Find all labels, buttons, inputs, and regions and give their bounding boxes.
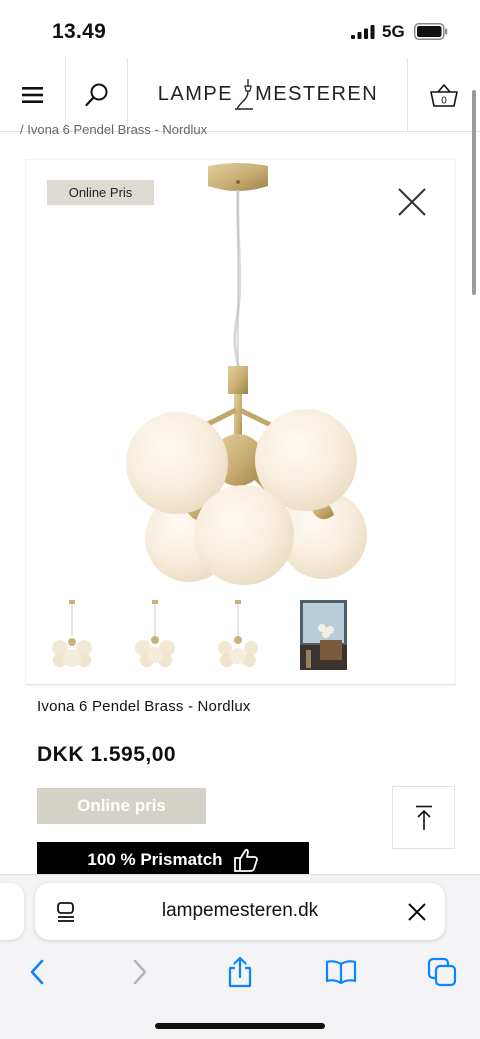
menu-button[interactable] [0,58,66,131]
signal-icon [351,25,375,39]
prismatch-label: 100 % Prismatch [87,850,223,869]
share-button[interactable] [223,955,257,989]
product-title: Ivona 6 Pendel Brass - Nordlux [37,698,251,715]
site-logo[interactable]: LAMPE MESTEREN [128,58,408,131]
basket-icon: 0 [430,83,458,107]
hamburger-icon [21,86,43,103]
thumbnail-3[interactable] [212,598,264,672]
close-gallery-button[interactable] [396,186,428,218]
scroll-to-top-button[interactable] [392,786,455,849]
bookmarks-button[interactable] [324,955,358,989]
previous-tab-card[interactable] [0,883,24,940]
product-price: DKK 1.595,00 [37,743,177,766]
product-gallery: Online Pris [26,160,455,685]
forward-button[interactable] [123,955,157,989]
page: 13.49 5G LAMPE MESTEREN 0 / Ivona 6 Pend… [0,0,480,1039]
logo-text-right: MESTEREN [255,83,379,105]
basket-button[interactable]: 0 [407,58,480,131]
address-bar[interactable]: lampemesteren.dk [35,883,445,940]
breadcrumb[interactable]: / Ivona 6 Pendel Brass - Nordlux [20,122,207,137]
thumbnail-1[interactable] [46,598,98,672]
site-header: LAMPE MESTEREN 0 [0,58,480,132]
search-icon [84,83,107,106]
url-text: lampemesteren.dk [161,900,319,921]
thumbnail-strip [26,598,455,678]
status-time: 13.49 [52,20,107,43]
thumbs-up-icon [233,848,258,872]
page-scrollbar[interactable] [472,90,476,295]
basket-count: 0 [441,95,447,106]
home-indicator [155,1023,325,1029]
tabs-button[interactable] [425,955,459,989]
chevron-right-icon [133,959,147,985]
book-icon [325,960,357,985]
product-image[interactable] [86,160,386,595]
prismatch-banner[interactable]: 100 % Prismatch [37,842,309,878]
browser-toolbar: lampemesteren.dk [0,874,480,1039]
close-icon[interactable] [408,903,426,921]
tabs-icon [427,957,457,987]
search-button[interactable] [66,58,128,131]
gallery-divider [26,684,455,685]
thumbnail-4[interactable] [300,600,347,670]
status-bar: 13.49 5G [0,0,480,60]
network-label: 5G [382,22,405,41]
back-button[interactable] [20,955,54,989]
logo-text-left: LAMPE [157,83,234,105]
chevron-left-icon [30,959,44,985]
share-icon [228,956,252,988]
thumbnail-2[interactable] [129,598,181,672]
online-pris-button[interactable]: Online pris [37,788,206,824]
lamp-logo-icon [235,78,254,110]
battery-icon [414,23,448,40]
arrow-up-icon [415,805,432,830]
